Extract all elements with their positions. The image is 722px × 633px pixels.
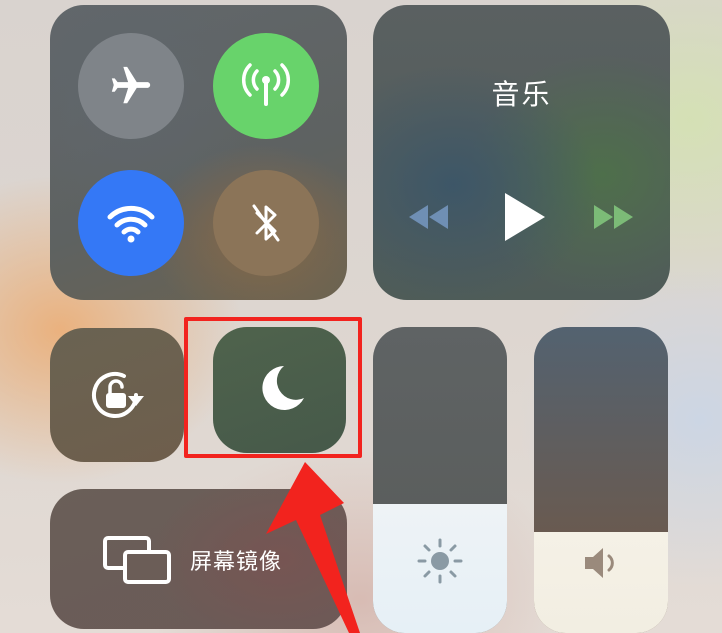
fast-forward-icon xyxy=(594,205,633,229)
volume-slider[interactable] xyxy=(534,327,668,633)
screen-mirroring-label: 屏幕镜像 xyxy=(190,550,283,575)
fast-forward-button[interactable] xyxy=(587,195,641,239)
wifi-button[interactable] xyxy=(78,170,184,276)
connectivity-module xyxy=(50,5,347,300)
bluetooth-off-icon xyxy=(252,204,280,242)
rotation-lock-button[interactable] xyxy=(50,328,184,462)
wifi-icon xyxy=(107,205,155,243)
rewind-icon xyxy=(409,205,448,229)
music-module[interactable]: 音乐 xyxy=(373,5,670,300)
screen-mirroring-icon xyxy=(103,536,171,584)
music-title: 音乐 xyxy=(491,78,552,111)
brightness-slider[interactable] xyxy=(373,327,507,633)
speaker-icon xyxy=(585,548,614,578)
cellular-antenna-icon xyxy=(242,63,290,106)
play-button[interactable] xyxy=(493,185,553,249)
airplane-icon xyxy=(111,66,151,104)
play-icon xyxy=(505,193,545,241)
screen-mirroring-button[interactable]: 屏幕镜像 xyxy=(50,489,347,629)
airplane-mode-button[interactable] xyxy=(78,33,184,139)
sun-icon xyxy=(417,538,463,584)
bluetooth-button[interactable] xyxy=(213,170,319,276)
cellular-data-button[interactable] xyxy=(213,33,319,139)
rewind-button[interactable] xyxy=(401,195,455,239)
highlight-box xyxy=(184,317,362,458)
rotation-lock-icon xyxy=(92,372,144,418)
